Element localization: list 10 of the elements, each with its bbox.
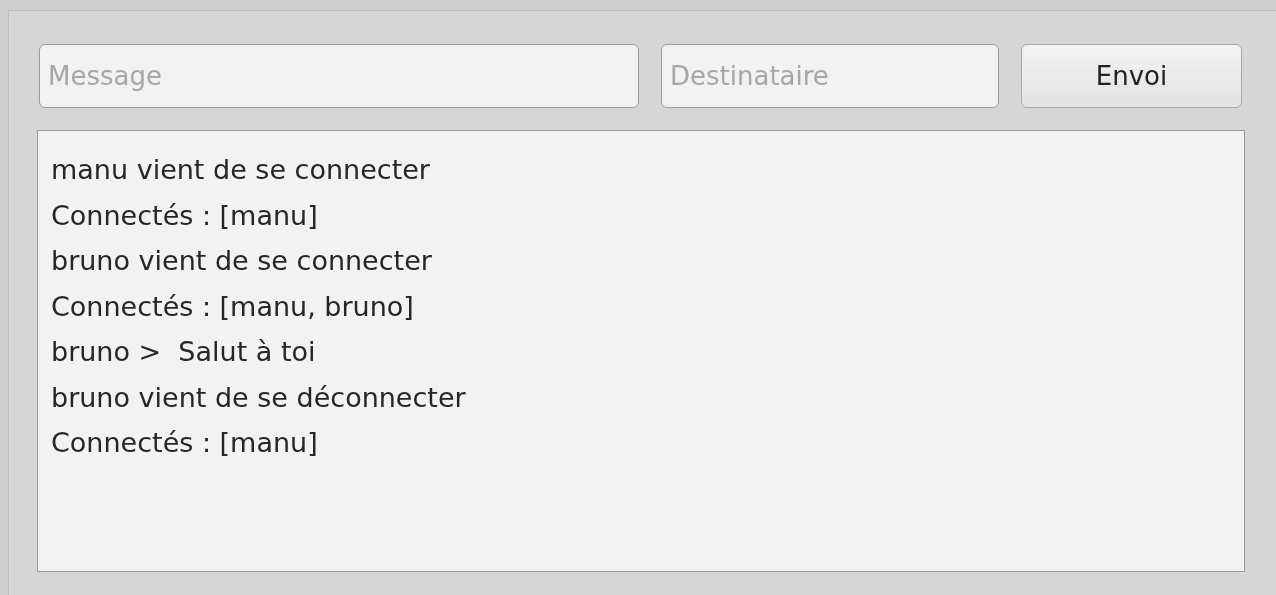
log-line: bruno vient de se connecter xyxy=(51,244,432,278)
recipient-field[interactable]: Destinataire xyxy=(661,44,999,108)
log-line: Connectés : [manu, bruno] xyxy=(51,289,414,324)
message-field[interactable]: Message xyxy=(39,44,639,108)
log-line: Connectés : [manu] xyxy=(51,198,318,233)
send-button[interactable]: Envoi xyxy=(1021,44,1242,108)
log-line: manu vient de se connecter xyxy=(51,153,430,187)
log-line: bruno vient de se déconnecter xyxy=(51,380,466,415)
log-line: bruno > Salut à toi xyxy=(51,335,316,369)
log-line: Connectés : [manu] xyxy=(51,426,318,460)
